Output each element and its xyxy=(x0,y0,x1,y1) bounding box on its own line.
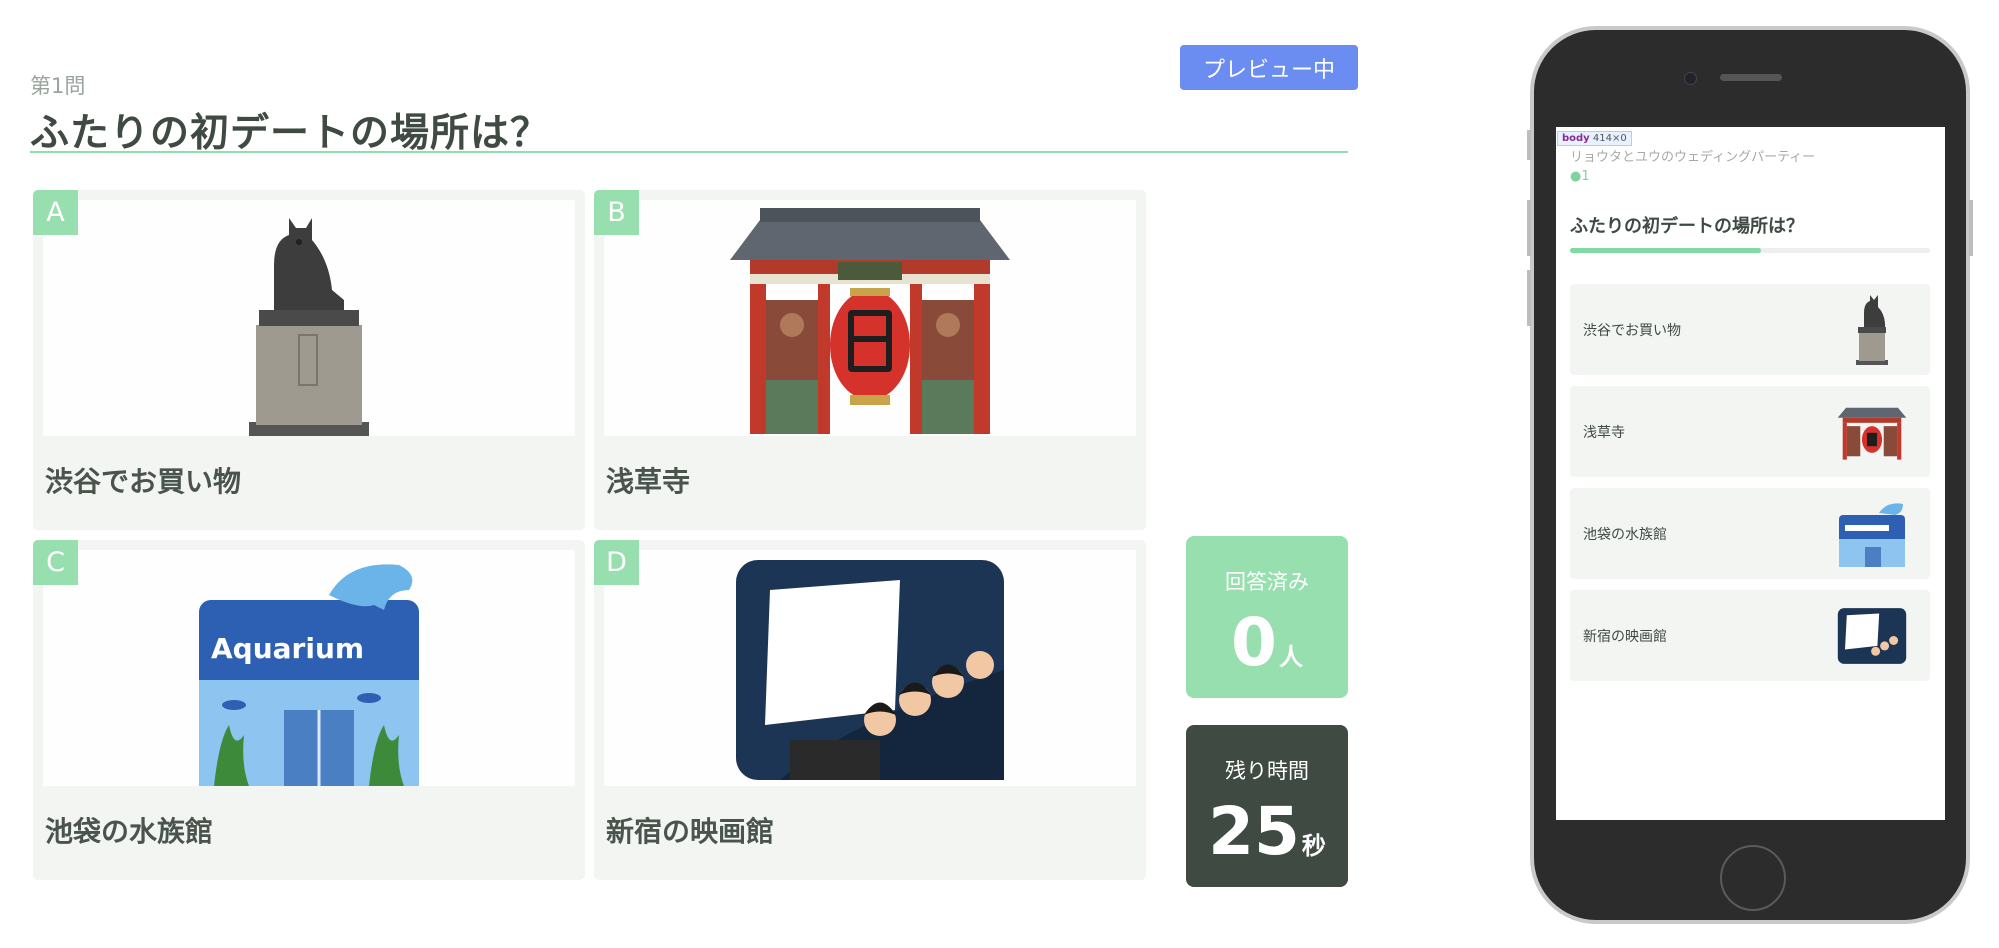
phone-option-label: 池袋の水族館 xyxy=(1583,527,1667,543)
power-button xyxy=(1969,200,1973,256)
home-button[interactable] xyxy=(1720,845,1786,911)
aquarium-thumbnail-icon xyxy=(1836,499,1908,569)
title-divider xyxy=(30,151,1348,153)
phone-option-label: 新宿の映画館 xyxy=(1583,629,1667,645)
option-card-d[interactable]: D 新宿の映画館 xyxy=(594,540,1146,880)
camera-icon xyxy=(1684,72,1697,85)
phone-option-item[interactable]: 新宿の映画館 xyxy=(1570,590,1930,681)
progress-fill xyxy=(1570,248,1761,253)
question-number: 第1問 xyxy=(30,74,86,98)
answered-unit: 人 xyxy=(1278,643,1303,671)
phone-option-label: 浅草寺 xyxy=(1583,425,1625,441)
option-image xyxy=(43,200,575,436)
option-card-a[interactable]: A 渋谷でお買い物 xyxy=(33,190,585,530)
remaining-label: 残り時間 xyxy=(1225,759,1309,783)
option-card-b[interactable]: B 浅草寺 xyxy=(594,190,1146,530)
option-label: 新宿の映画館 xyxy=(606,815,775,848)
hachiko-statue-icon xyxy=(249,218,369,436)
question-title: ふたりの初デートの場所は？ xyxy=(30,111,551,156)
devtools-element-tag: body 414×0 xyxy=(1557,131,1632,146)
remaining-time-panel: 残り時間 25秒 xyxy=(1186,725,1348,887)
option-image: Aquarium xyxy=(43,550,575,786)
speaker-grille xyxy=(1720,74,1782,81)
movie-theater-thumbnail-icon xyxy=(1836,601,1908,671)
mute-switch xyxy=(1527,130,1531,160)
remaining-unit: 秒 xyxy=(1301,832,1326,860)
option-letter-badge: C xyxy=(33,540,78,585)
remaining-value: 25 xyxy=(1208,793,1300,870)
phone-option-item[interactable]: 渋谷でお買い物 xyxy=(1570,284,1930,375)
phone-option-label: 渋谷でお買い物 xyxy=(1583,323,1681,339)
kaminarimon-thumbnail-icon xyxy=(1836,397,1908,467)
phone-option-item[interactable]: 浅草寺 xyxy=(1570,386,1930,477)
answered-value: 0 xyxy=(1231,604,1277,681)
preview-button[interactable]: プレビュー中 xyxy=(1180,45,1358,90)
option-card-c[interactable]: C Aquarium 池袋の水族館 xyxy=(33,540,585,880)
option-letter-badge: A xyxy=(33,190,78,235)
option-label: 池袋の水族館 xyxy=(45,815,214,848)
answered-label: 回答済み xyxy=(1225,570,1309,594)
participant-count: ●1 xyxy=(1570,169,1590,184)
kaminarimon-gate-icon xyxy=(730,208,1010,434)
event-name: リョウタとユウのウェディングパーティー xyxy=(1570,150,1816,165)
phone-question-title: ふたりの初デートの場所は？ xyxy=(1570,216,1804,237)
option-letter-badge: D xyxy=(594,540,639,585)
option-label: 浅草寺 xyxy=(606,465,691,498)
option-image xyxy=(604,200,1136,436)
answered-count-panel: 回答済み 0人 xyxy=(1186,536,1348,698)
volume-down-button xyxy=(1527,270,1531,326)
movie-theater-icon xyxy=(736,560,1004,780)
aquarium-building-icon: Aquarium xyxy=(199,564,419,786)
option-letter-badge: B xyxy=(594,190,639,235)
phone-option-item[interactable]: 池袋の水族館 xyxy=(1570,488,1930,579)
user-icon: ● xyxy=(1570,169,1582,184)
aquarium-sign: Aquarium xyxy=(211,632,364,665)
option-label: 渋谷でお買い物 xyxy=(45,465,242,498)
volume-up-button xyxy=(1527,200,1531,256)
hachiko-thumbnail-icon xyxy=(1836,295,1908,365)
option-image xyxy=(604,550,1136,786)
